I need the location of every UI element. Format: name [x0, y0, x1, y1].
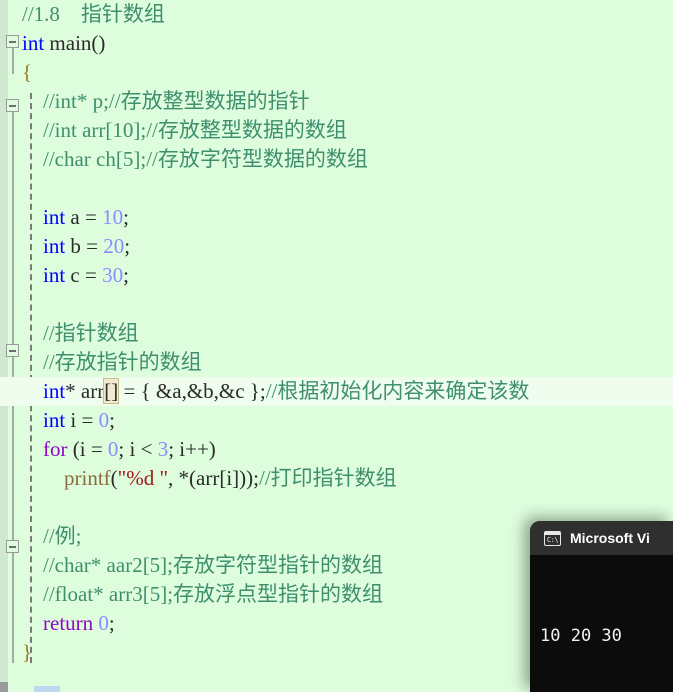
- code-line-text: int b = 20;: [43, 234, 131, 258]
- code-line[interactable]: //指针数组: [0, 319, 673, 348]
- code-line[interactable]: for (i = 0; i < 3; i++): [0, 435, 673, 464]
- code-line[interactable]: int b = 20;: [0, 232, 673, 261]
- code-line[interactable]: {: [0, 58, 673, 87]
- code-line-text: //char ch[5];//存放字符型数据的数组: [43, 147, 368, 171]
- code-line[interactable]: int a = 10;: [0, 203, 673, 232]
- code-line[interactable]: int i = 0;: [0, 406, 673, 435]
- code-line[interactable]: [0, 493, 673, 522]
- code-line-text: for (i = 0; i < 3; i++): [43, 437, 216, 461]
- code-line[interactable]: //char ch[5];//存放字符型数据的数组: [0, 145, 673, 174]
- code-editor-surface[interactable]: //1.8 指针数组 int main() { //int* p;//存放整型数据的…: [0, 0, 673, 692]
- code-line[interactable]: //int arr[10];//存放整型数据的数组: [0, 116, 673, 145]
- console-cmd-icon: C:\: [544, 530, 561, 546]
- code-line-text: int c = 30;: [43, 263, 129, 287]
- console-titlebar[interactable]: C:\ Microsoft Vi: [530, 521, 673, 555]
- code-line-text: //存放指针的数组: [43, 350, 202, 374]
- horizontal-scrollbar-track[interactable]: [0, 682, 8, 692]
- code-line[interactable]: //1.8 指针数组: [0, 0, 673, 29]
- code-line[interactable]: //int* p;//存放整型数据的指针: [0, 87, 673, 116]
- console-output: 10 20 30 D:\code\Esh 要在调试停止 按任意键关闭 CSDN …: [530, 555, 673, 692]
- horizontal-scrollbar-thumb[interactable]: [34, 686, 60, 692]
- code-line[interactable]: [0, 290, 673, 319]
- code-line-text: {: [22, 60, 33, 84]
- code-line-text: int main(): [22, 31, 106, 55]
- code-line[interactable]: printf("%d ", *(arr[i]));//打印指针数组: [0, 464, 673, 493]
- code-line-text: //1.8 指针数组: [22, 2, 165, 26]
- code-line[interactable]: [0, 174, 673, 203]
- code-line-text: //int arr[10];//存放整型数据的数组: [43, 118, 347, 142]
- code-line-text: //指针数组: [43, 321, 139, 345]
- console-line: 10 20 30: [540, 626, 622, 646]
- code-line-text: printf("%d ", *(arr[i]));//打印指针数组: [64, 466, 397, 490]
- code-line-text: int* arr[] = { &a,&b,&c };//根据初始化内容来确定该数: [43, 378, 530, 404]
- debug-console-window[interactable]: C:\ Microsoft Vi 10 20 30 D:\code\Esh 要在…: [530, 521, 673, 692]
- code-line[interactable]: //存放指针的数组: [0, 348, 673, 377]
- code-line[interactable]: int c = 30;: [0, 261, 673, 290]
- code-line-text: int i = 0;: [43, 408, 115, 432]
- console-title: Microsoft Vi: [570, 530, 650, 546]
- code-line-text: //int* p;//存放整型数据的指针: [43, 89, 310, 113]
- code-line[interactable]: int main(): [0, 29, 673, 58]
- console-cmd-icon-glyph: C:\: [546, 535, 559, 544]
- code-line[interactable]: int* arr[] = { &a,&b,&c };//根据初始化内容来确定该数: [0, 377, 673, 406]
- code-line-text: int a = 10;: [43, 205, 129, 229]
